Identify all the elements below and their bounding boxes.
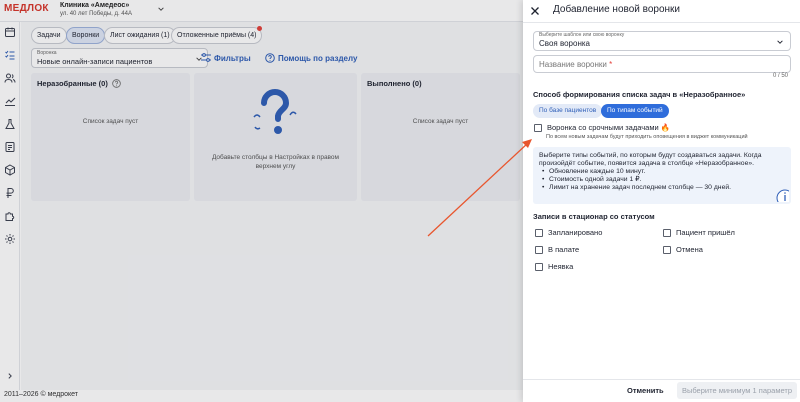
template-select-value: Своя воронка	[539, 39, 590, 48]
status-section-title: Записи в стационар со статусом	[533, 212, 655, 221]
info-description: Выберите типы событий, по которым будут …	[539, 152, 762, 167]
status-label: Отмена	[676, 245, 703, 254]
info-item: Стоимость одной задачи 1 ₽.	[542, 176, 782, 184]
checkbox[interactable]	[663, 246, 671, 254]
status-label: Запланировано	[548, 228, 603, 237]
status-label: Неявка	[548, 262, 574, 271]
template-select[interactable]: Выберите шаблон или свою воронку Своя во…	[533, 31, 791, 51]
info-box: Выберите типы событий, по которым будут …	[533, 147, 791, 204]
method-option-event-types[interactable]: По типам событий	[601, 104, 669, 118]
chevron-down-icon	[777, 40, 783, 44]
method-option-patient-base[interactable]: По базе пациентов	[533, 104, 603, 118]
urgent-funnel-hint: По всем новым задачам будут приходить оп…	[546, 134, 748, 140]
checkbox[interactable]	[535, 229, 543, 237]
status-label: В палате	[548, 245, 580, 254]
checkbox[interactable]	[534, 124, 542, 132]
info-circle-icon	[776, 189, 789, 202]
close-icon[interactable]	[530, 6, 540, 16]
funnel-name-placeholder: Название воронки *	[539, 60, 613, 69]
submit-button[interactable]: Выберите минимум 1 параметр	[677, 382, 797, 399]
checkbox[interactable]	[535, 263, 543, 271]
info-list: Обновление каждые 10 минут. Стоимость од…	[539, 168, 782, 192]
checkbox[interactable]	[663, 229, 671, 237]
char-counter: 0 / 50	[772, 73, 788, 79]
drawer-actions: Отменить Выберите минимум 1 параметр	[523, 379, 800, 402]
new-funnel-drawer: Добавление новой воронки Выберите шаблон…	[523, 0, 800, 402]
checkbox[interactable]	[535, 246, 543, 254]
method-section-title: Способ формирования списка задач в «Нера…	[533, 90, 746, 99]
info-item: Лимит на хранение задач последнем столбц…	[542, 184, 782, 192]
urgent-funnel-label: Воронка со срочными задачами 🔥	[547, 123, 671, 132]
info-item: Обновление каждые 10 минут.	[542, 168, 782, 176]
drawer-title: Добавление новой воронки	[553, 4, 681, 15]
divider	[523, 22, 800, 23]
fire-icon: 🔥	[660, 123, 671, 132]
status-label: Пациент пришёл	[676, 228, 735, 237]
cancel-button[interactable]: Отменить	[627, 386, 664, 395]
funnel-name-input[interactable]: Название воронки *	[533, 55, 791, 73]
info-text: Выберите типы событий, по которым будут …	[539, 152, 782, 192]
template-select-label: Выберите шаблон или свою воронку	[539, 32, 625, 38]
